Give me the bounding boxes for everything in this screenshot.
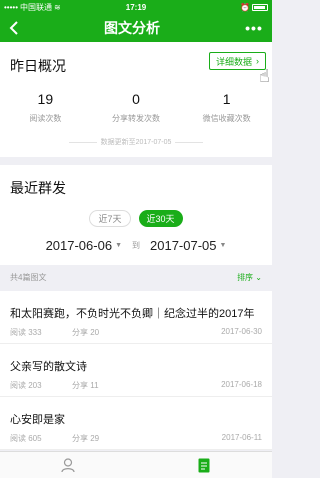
article-read-count: 阅读 203 <box>10 381 42 390</box>
stat-value: 0 <box>132 91 140 107</box>
status-bar: ••••• 中国联通 ≋ 17:19 ⏰ <box>0 0 272 14</box>
tab-analysis[interactable] <box>136 452 272 478</box>
stat-value: 19 <box>37 91 54 107</box>
battery-icon <box>252 3 268 11</box>
range-tabs: 近7天 近30天 <box>0 210 272 227</box>
list-item[interactable]: 心安即是家 阅读 605 分享 29 2017-06-11 <box>0 397 272 450</box>
wifi-icon: ≋ <box>54 2 61 12</box>
stat-label: 阅读次数 <box>29 114 62 123</box>
overview-title: 昨日概况 <box>10 58 66 74</box>
recent-card: 最近群发 近7天 近30天 2017-06-06 ▼ 到 2017-07-05 … <box>0 165 272 265</box>
overview-card: 昨日概况 详细数据 › ☝ 19 阅读次数 0 分享转发次数 1 微信收藏次数 … <box>0 42 272 157</box>
update-note-text: 数据更新至2017-07-05 <box>100 139 172 146</box>
chevron-right-icon: › <box>256 56 259 66</box>
carrier-label: 中国联通 <box>20 2 53 12</box>
update-note: 数据更新至2017-07-05 <box>0 137 272 147</box>
status-right: ⏰ <box>178 3 268 12</box>
article-date: 2017-06-11 <box>221 433 262 442</box>
stat-value: 1 <box>222 91 231 107</box>
article-title: 和太阳赛跑，不负时光不负卿｜纪念过半的2017年 <box>10 308 255 320</box>
chevron-down-icon: ▼ <box>219 242 227 249</box>
end-date: 2017-07-05 <box>150 238 217 253</box>
recent-title: 最近群发 <box>10 180 66 196</box>
sort-button[interactable]: 排序 ⌄ <box>237 272 262 283</box>
tab-30-days[interactable]: 近30天 <box>138 210 183 227</box>
article-meta: 阅读 605 分享 29 2017-06-11 <box>10 433 262 444</box>
page-title: 图文分析 <box>104 20 160 36</box>
alarm-icon: ⏰ <box>240 2 250 12</box>
date-separator: 到 <box>132 241 140 250</box>
stat-label: 分享转发次数 <box>112 114 160 123</box>
article-meta: 阅读 203 分享 11 2017-06-18 <box>10 380 262 391</box>
article-read-count: 阅读 605 <box>10 434 42 443</box>
article-meta: 阅读 333 分享 20 2017-06-30 <box>10 327 262 338</box>
bottom-tab-bar <box>0 451 272 478</box>
list-header: 共4篇图文 排序 ⌄ <box>0 265 272 289</box>
article-title: 心安即是家 <box>10 414 65 426</box>
status-left: ••••• 中国联通 ≋ <box>4 2 94 13</box>
article-read-count: 阅读 333 <box>10 328 42 337</box>
back-button[interactable] <box>0 14 28 42</box>
article-share-count: 分享 29 <box>72 434 100 443</box>
chevron-down-icon: ⌄ <box>255 272 262 282</box>
status-time: 17:19 <box>125 2 147 12</box>
start-date-picker[interactable]: 2017-06-06 ▼ <box>46 238 122 253</box>
stat-share: 0 分享转发次数 <box>91 91 182 124</box>
article-count: 共4篇图文 <box>10 272 47 282</box>
stat-read: 19 阅读次数 <box>0 91 91 124</box>
detail-data-button[interactable]: 详细数据 › <box>209 52 266 70</box>
document-icon <box>198 458 210 472</box>
divider <box>68 141 97 143</box>
divider <box>175 141 204 143</box>
date-range: 2017-06-06 ▼ 到 2017-07-05 ▼ <box>0 238 272 253</box>
tab-user[interactable] <box>0 452 136 478</box>
sort-label: 排序 <box>237 272 254 282</box>
list-item[interactable]: 父亲写的散文诗 阅读 203 分享 11 2017-06-18 <box>0 344 272 397</box>
signal-icon: ••••• <box>4 2 19 12</box>
list-item[interactable]: 和太阳赛跑，不负时光不负卿｜纪念过半的2017年 阅读 333 分享 20 20… <box>0 291 272 344</box>
chevron-down-icon: ▼ <box>115 242 122 249</box>
pointer-hand-icon: ☝ <box>259 66 270 86</box>
article-share-count: 分享 20 <box>72 328 100 337</box>
stats-row: 19 阅读次数 0 分享转发次数 1 微信收藏次数 <box>0 91 272 124</box>
more-button[interactable]: ••• <box>236 14 272 42</box>
article-title: 父亲写的散文诗 <box>10 361 87 373</box>
tab-7-days[interactable]: 近7天 <box>89 210 131 227</box>
chevron-left-icon <box>9 21 18 35</box>
user-icon <box>61 457 75 472</box>
detail-data-label: 详细数据 <box>215 56 252 67</box>
article-date: 2017-06-18 <box>221 380 262 389</box>
stat-favorite: 1 微信收藏次数 <box>181 91 272 124</box>
nav-bar: 图文分析 ••• <box>0 14 272 42</box>
stat-label: 微信收藏次数 <box>202 114 251 123</box>
end-date-picker[interactable]: 2017-07-05 ▼ <box>150 238 226 253</box>
article-share-count: 分享 11 <box>72 381 99 390</box>
start-date: 2017-06-06 <box>45 238 113 253</box>
article-date: 2017-06-30 <box>221 327 262 336</box>
article-list: 和太阳赛跑，不负时光不负卿｜纪念过半的2017年 阅读 333 分享 20 20… <box>0 291 272 450</box>
